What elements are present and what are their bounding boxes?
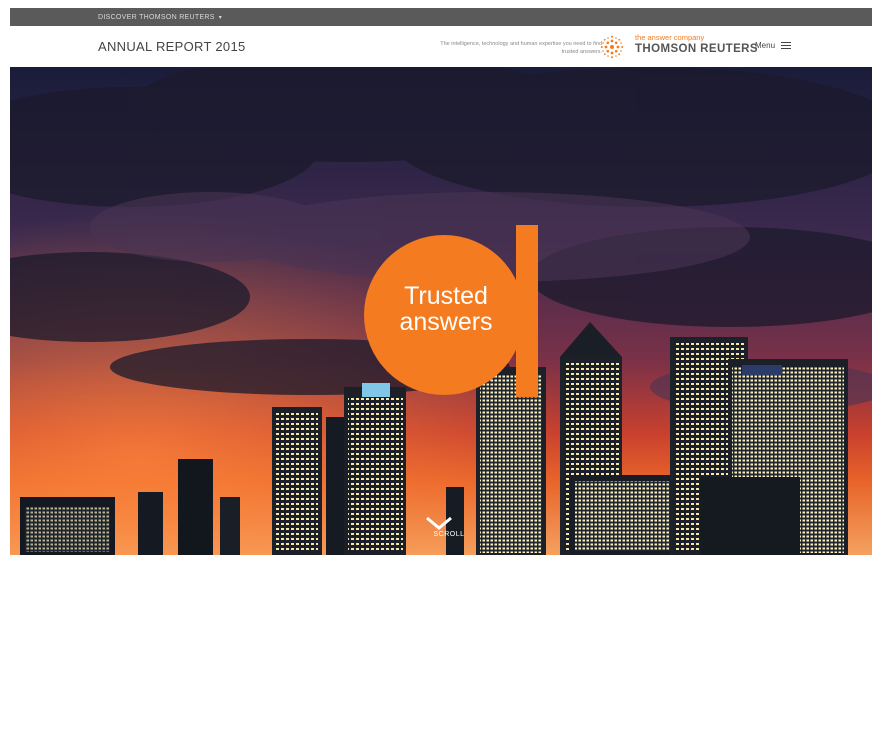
menu-icon: [781, 42, 792, 49]
scroll-button[interactable]: SCROLL: [424, 515, 474, 538]
scroll-label: SCROLL: [433, 531, 465, 538]
caret-down-icon: ▾: [218, 14, 223, 21]
page-title[interactable]: ANNUAL REPORT 2015: [98, 39, 246, 54]
brand-tagline: The intelligence, technology and human e…: [440, 41, 602, 55]
logo-name[interactable]: THOMSON REUTERS: [635, 43, 758, 55]
site-header: ANNUAL REPORT 2015 The intelligence, tec…: [10, 26, 872, 68]
trusted-answers-badge: Trusted answers: [358, 225, 546, 405]
menu-button[interactable]: Menu: [755, 41, 792, 50]
top-strip: DISCOVER THOMSON REUTERS ▾: [10, 8, 872, 26]
thomson-reuters-logo-icon[interactable]: [600, 35, 624, 59]
hero-reflection: SCROLL: [10, 555, 872, 738]
menu-label: Menu: [755, 41, 776, 50]
discover-label: DISCOVER THOMSON REUTERS: [98, 13, 215, 21]
headline-line-2: answers: [399, 308, 493, 336]
discover-dropdown[interactable]: DISCOVER THOMSON REUTERS ▾: [98, 14, 222, 21]
reflection-fade: [10, 555, 872, 738]
logo-subtitle: the answer company: [635, 33, 705, 42]
hero-banner: Trusted answers SCROLL: [10, 67, 872, 555]
hero-headline: Trusted answers: [390, 283, 502, 335]
chevron-down-icon: [426, 516, 452, 530]
headline-line-1: Trusted: [404, 282, 488, 310]
